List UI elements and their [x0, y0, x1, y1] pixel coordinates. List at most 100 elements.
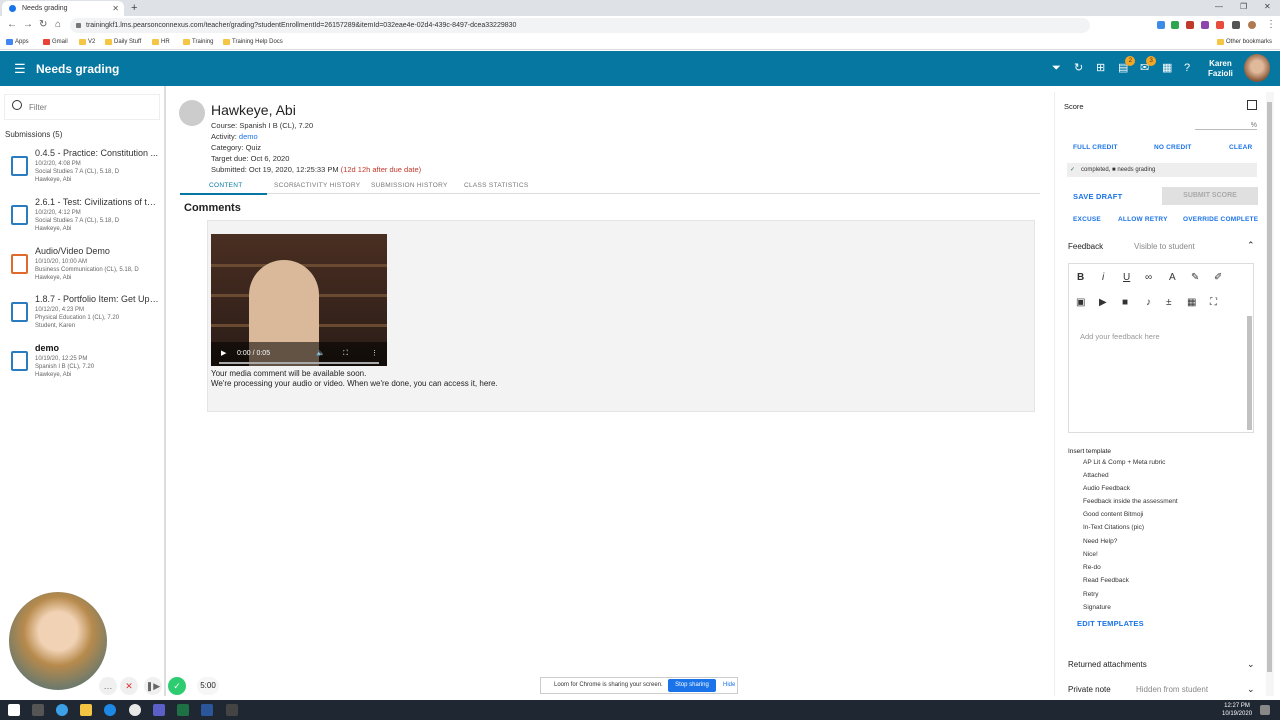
submit-score-button[interactable]: SUBMIT SCORE — [1162, 187, 1258, 205]
browser-tab[interactable]: Needs grading ✕ — [2, 1, 124, 16]
excuse-button[interactable]: EXCUSE — [1073, 216, 1101, 223]
app-icon[interactable] — [226, 704, 238, 716]
expand-icon[interactable]: ⛶ — [1210, 297, 1217, 308]
microphone-icon[interactable]: ♪ — [1146, 297, 1151, 308]
template-item[interactable]: AP Lit & Comp + Meta rubric — [1083, 459, 1165, 466]
close-tab-icon[interactable]: ✕ — [112, 1, 119, 16]
activity-link[interactable]: demo — [239, 132, 258, 141]
tab-content[interactable]: CONTENT — [209, 182, 243, 189]
template-item[interactable]: Good content Bitmoji — [1083, 511, 1143, 518]
bookmark-v2[interactable]: V2 — [79, 35, 95, 50]
underline-icon[interactable]: U — [1123, 272, 1130, 283]
template-item[interactable]: Audio Feedback — [1083, 485, 1130, 492]
profile-icon[interactable] — [1248, 21, 1256, 29]
help-icon[interactable]: ? — [1184, 62, 1190, 75]
score-input[interactable]: % — [1195, 122, 1257, 130]
maximize-icon[interactable]: ❐ — [1240, 0, 1247, 14]
forward-icon[interactable]: → — [23, 19, 33, 31]
clipboard-icon[interactable]: ▤ 2 — [1118, 56, 1136, 75]
extension-icon[interactable] — [1157, 21, 1165, 29]
window-close-icon[interactable]: ✕ — [1264, 0, 1271, 14]
submission-item[interactable]: 2.6.1 - Test: Civilizations of th... 10/… — [0, 197, 164, 243]
text-color-icon[interactable]: A — [1169, 272, 1176, 283]
extension-icon[interactable] — [1216, 21, 1224, 29]
returned-attachments[interactable]: Returned attachments — [1068, 660, 1147, 669]
highlight-icon[interactable]: ✎ — [1191, 272, 1199, 283]
edit-templates-button[interactable]: EDIT TEMPLATES — [1077, 619, 1144, 628]
template-item[interactable]: Retry — [1083, 591, 1099, 598]
youtube-icon[interactable]: ▶ — [1099, 297, 1107, 308]
puzzle-icon[interactable] — [1232, 21, 1240, 29]
bookmark-gmail[interactable]: Gmail — [43, 35, 68, 50]
add-icon[interactable]: ⊞ — [1096, 62, 1105, 75]
table-icon[interactable]: ▦ — [1187, 297, 1196, 308]
chevron-up-icon[interactable]: ⌃ — [1247, 240, 1255, 251]
pencil-icon[interactable]: ✐ — [1214, 272, 1222, 283]
page-scrollbar[interactable] — [1266, 92, 1274, 696]
bookmark-other[interactable]: Other bookmarks — [1217, 35, 1272, 50]
editor-scrollbar[interactable] — [1247, 316, 1252, 430]
tab-score[interactable]: SCORE — [274, 182, 299, 189]
video-progress[interactable] — [219, 362, 379, 364]
tab-class-statistics[interactable]: CLASS STATISTICS — [464, 182, 529, 189]
video-player[interactable]: ▶ 0:00 / 0:05 🔈 ⛶ ⋮ — [211, 234, 387, 366]
edge-icon[interactable] — [56, 704, 68, 716]
menu-dots-icon[interactable]: ⋮ — [1266, 19, 1276, 31]
chevron-down-icon[interactable]: ⌄ — [1247, 659, 1255, 670]
back-icon[interactable]: ← — [7, 19, 17, 31]
submission-item[interactable]: 1.8.7 - Portfolio Item: Get Up ... 10/12… — [0, 294, 164, 340]
extension-icon[interactable] — [1186, 21, 1194, 29]
task-view-icon[interactable] — [32, 704, 44, 716]
refresh-icon[interactable]: ↻ — [1074, 62, 1083, 75]
extension-icon[interactable] — [1201, 21, 1209, 29]
scrollbar-thumb[interactable] — [1267, 102, 1272, 672]
equation-icon[interactable]: ± — [1166, 297, 1172, 308]
windows-start-icon[interactable] — [8, 704, 20, 716]
bookmark-daily-stuff[interactable]: Daily Stuff — [105, 35, 141, 50]
full-credit-button[interactable]: FULL CREDIT — [1073, 144, 1118, 151]
allow-retry-button[interactable]: ALLOW RETRY — [1118, 216, 1168, 223]
clear-button[interactable]: CLEAR — [1229, 144, 1252, 151]
submission-item-selected[interactable]: demo 10/19/20, 12:25 PM Spanish I B (CL)… — [0, 343, 164, 389]
template-item[interactable]: Nice! — [1083, 551, 1098, 558]
stop-sharing-button[interactable]: Stop sharing — [668, 679, 716, 692]
user-avatar[interactable] — [1244, 54, 1270, 82]
filter-icon[interactable]: ⏷ — [1052, 62, 1061, 75]
chat-icon[interactable]: ✉ 3 — [1140, 56, 1157, 75]
reload-icon[interactable]: ↻ — [39, 19, 47, 31]
template-item[interactable]: Attached — [1083, 472, 1109, 479]
filter-input[interactable]: Filter — [4, 94, 160, 120]
word-icon[interactable] — [201, 704, 213, 716]
loom-pause-icon[interactable]: ❚▶ — [144, 677, 162, 695]
video-camera-icon[interactable]: ■ — [1122, 297, 1128, 308]
template-item[interactable]: Signature — [1083, 604, 1111, 611]
collapse-icon[interactable] — [1247, 100, 1257, 110]
tab-submission-history[interactable]: SUBMISSION HISTORY — [371, 182, 448, 189]
apps-grid-icon[interactable]: ▦ — [1162, 62, 1172, 75]
submission-item[interactable]: Audio/Video Demo 10/10/20, 10:00 AM Busi… — [0, 246, 164, 292]
address-bar[interactable]: trainingkf1.lms.pearsonconnexus.com/teac… — [70, 18, 1090, 33]
chrome-icon[interactable] — [129, 704, 141, 716]
bookmark-training[interactable]: Training — [183, 35, 213, 50]
feedback-input[interactable]: Add your feedback here — [1080, 332, 1160, 341]
extension-icon[interactable] — [1171, 21, 1179, 29]
loom-camera-bubble[interactable] — [6, 589, 110, 693]
bold-icon[interactable]: B — [1077, 272, 1084, 283]
minimize-icon[interactable]: — — [1215, 0, 1223, 14]
bookmark-hr[interactable]: HR — [152, 35, 170, 50]
template-item[interactable]: Feedback inside the assessment — [1083, 498, 1178, 505]
home-icon[interactable]: ⌂ — [55, 19, 61, 31]
template-item[interactable]: Re-do — [1083, 564, 1101, 571]
tab-activity-history[interactable]: ACTIVITY HISTORY — [296, 182, 361, 189]
teams-icon[interactable] — [153, 704, 165, 716]
italic-icon[interactable]: i — [1102, 272, 1104, 283]
new-tab-icon[interactable]: + — [131, 0, 137, 16]
template-item[interactable]: Read Feedback — [1083, 577, 1129, 584]
link-icon[interactable]: ∞ — [1145, 272, 1152, 283]
feedback-visibility[interactable]: Visible to student — [1134, 242, 1195, 251]
no-credit-button[interactable]: NO CREDIT — [1154, 144, 1192, 151]
save-draft-button[interactable]: SAVE DRAFT — [1073, 192, 1122, 201]
excel-icon[interactable] — [177, 704, 189, 716]
hamburger-menu-icon[interactable]: ☰ — [14, 62, 26, 75]
template-item[interactable]: In-Text Citations (pic) — [1083, 524, 1144, 531]
